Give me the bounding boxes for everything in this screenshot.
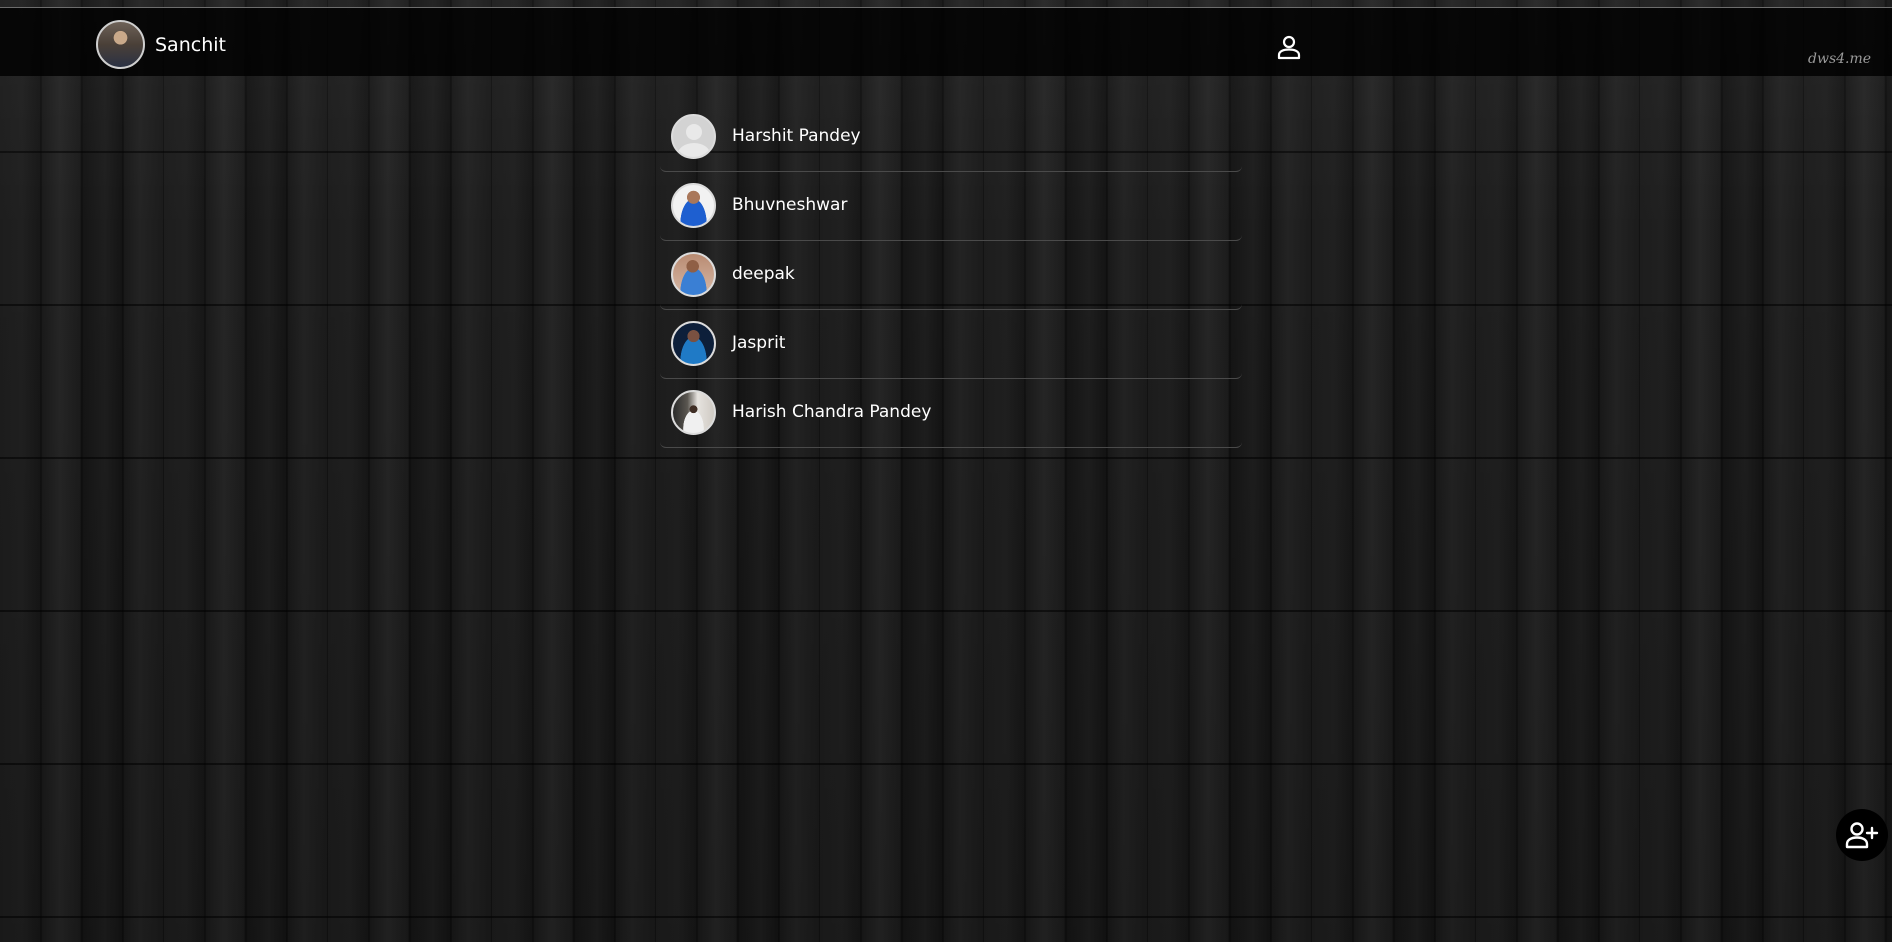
add-contact-button[interactable] [1836, 809, 1888, 861]
user-avatar[interactable] [96, 20, 145, 69]
contact-avatar [671, 183, 716, 228]
contact-avatar [671, 321, 716, 366]
top-navbar [0, 8, 1892, 76]
contact-avatar [671, 252, 716, 297]
contact-name: Jasprit [732, 333, 786, 353]
person-add-icon [1845, 822, 1879, 849]
contact-avatar [671, 390, 716, 435]
person-outline-icon [1277, 35, 1301, 60]
watermark: dws4.me [1808, 51, 1872, 67]
contact-row[interactable]: Bhuvneshwar [660, 172, 1242, 241]
app-background: Sanchit dws4.me Harshit Pandey Bhuvneshw… [0, 0, 1892, 942]
contact-name: Harish Chandra Pandey [732, 402, 932, 422]
contact-list: Harshit Pandey Bhuvneshwar deepak Jaspri… [660, 103, 1242, 448]
profile-button[interactable] [1273, 31, 1305, 63]
contact-row[interactable]: Harish Chandra Pandey [660, 379, 1242, 448]
contact-row[interactable]: Harshit Pandey [660, 103, 1242, 172]
contact-name: deepak [732, 264, 795, 284]
default-avatar-icon [671, 114, 716, 159]
contact-name: Harshit Pandey [732, 126, 861, 146]
contact-row[interactable]: Jasprit [660, 310, 1242, 379]
contact-name: Bhuvneshwar [732, 195, 848, 215]
user-name: Sanchit [155, 34, 226, 56]
contact-row[interactable]: deepak [660, 241, 1242, 310]
